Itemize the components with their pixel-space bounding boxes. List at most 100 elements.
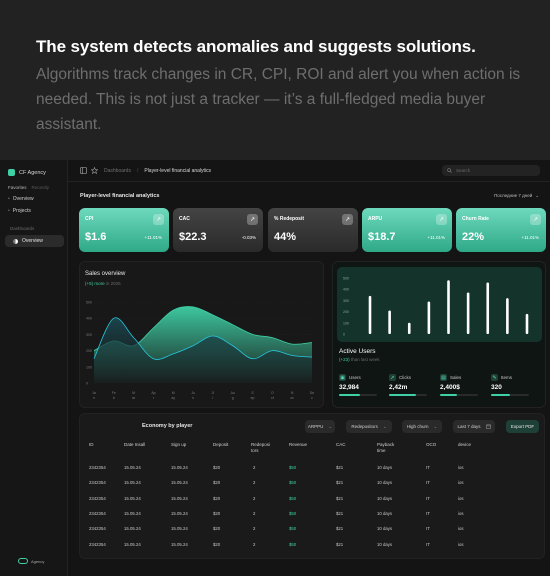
table-row[interactable]: 2342354 15.05.24 15.05.24 $20 2 $50 $21 10 days…: [80, 537, 546, 552]
x-tick-label: Ap: [151, 391, 155, 395]
tab-favorites[interactable]: Favorites: [8, 185, 27, 190]
column-header[interactable]: ID: [89, 442, 129, 448]
x-tick-label: De: [310, 391, 315, 395]
filter-high-churn[interactable]: High churn ⌄: [402, 420, 442, 433]
table-cell: ios: [458, 480, 464, 486]
trend-up-icon: ↗: [247, 214, 258, 225]
kpi-value: $1.6: [85, 231, 107, 243]
table-cell: 15.05.24: [124, 526, 141, 532]
table-cell: 15.05.24: [124, 541, 141, 547]
kpi-card-redeposit[interactable]: % Redeposit 44% ↗: [268, 208, 358, 252]
period-select[interactable]: Последние 7 дней ⌄: [494, 193, 539, 199]
active-users-bar: [427, 301, 431, 334]
table-cell: $50: [289, 541, 297, 547]
table-row[interactable]: 2342354 15.05.24 15.05.24 $20 2 $50 $21 10 days…: [80, 491, 546, 506]
x-tick-label-line2: ar: [132, 396, 136, 400]
column-header[interactable]: Redeposi tors: [251, 442, 275, 453]
filter-arppu[interactable]: ARPPU ⌄: [305, 420, 335, 433]
active-users-bar: [506, 298, 509, 334]
pie-chart-icon: [13, 238, 18, 244]
table-cell: ios: [458, 510, 464, 516]
column-header[interactable]: Revenue: [289, 442, 329, 448]
table-row[interactable]: 2342354 15.05.24 15.05.24 $20 2 $50 $21 10 days…: [80, 521, 546, 536]
x-tick-label: O: [271, 391, 274, 395]
column-header[interactable]: CAC: [336, 442, 376, 448]
x-tick-label-line2: n: [93, 396, 95, 400]
search-input[interactable]: Search: [442, 165, 540, 176]
sidebar-toggle-icon[interactable]: [80, 167, 87, 174]
kpi-card-cpi[interactable]: CPI $1.6 +11.01% ↗: [79, 208, 169, 252]
y-tick-label: 0: [343, 333, 345, 337]
table-cell: 2342354: [89, 480, 106, 486]
star-icon[interactable]: [91, 167, 98, 174]
column-header[interactable]: Deposit: [213, 442, 253, 448]
brand[interactable]: CF Agency: [8, 169, 46, 176]
filter-label: High churn: [406, 424, 429, 429]
tab-recently[interactable]: Recently: [32, 185, 50, 190]
x-tick-label-line2: l: [213, 396, 214, 400]
y-tick-label: 400: [86, 317, 92, 321]
active-users-bar: [525, 313, 529, 334]
sidebar-item-overview[interactable]: • Overview: [8, 196, 34, 202]
y-tick-label: 200: [86, 349, 92, 353]
table-row[interactable]: 2342354 15.05.24 15.05.24 $20 2 $50 $21 10 days…: [80, 475, 546, 490]
breadcrumb-separator: /: [136, 168, 139, 174]
kpi-value: 44%: [274, 231, 297, 243]
rocket-icon: ➚: [389, 374, 396, 381]
table-cell: $20: [213, 465, 221, 470]
table-cell: 2: [253, 480, 256, 486]
table-row[interactable]: 2342354 15.05.24 15.05.24 $20 2 $50 $21 10 days…: [80, 460, 546, 475]
active-users-bar: [447, 280, 450, 334]
sidebar-item-projects[interactable]: • Projects: [8, 208, 31, 214]
kpi-card-churn-rate[interactable]: Churn Rate 22% +11.01% ↗: [456, 208, 546, 252]
active-users-bar: [368, 295, 372, 334]
column-header[interactable]: device: [458, 442, 498, 448]
y-tick-label: 300: [86, 333, 92, 337]
x-tick-label: M: [172, 391, 175, 395]
active-users-period: than last week: [350, 357, 380, 362]
kpi-card-arpu[interactable]: ARPU $18.7 +11.01% ↗: [362, 208, 452, 252]
kpi-card-cac[interactable]: CAC $22.3 -0.03% ↗: [173, 208, 263, 252]
chevron-down-icon: ⌄: [328, 423, 333, 429]
active-users-bar: [486, 282, 490, 334]
table-cell: 2: [253, 495, 256, 501]
filter-date-range[interactable]: Last 7 days: [453, 420, 495, 433]
table-cell: $21: [336, 526, 344, 532]
filter-redepositors[interactable]: Redepositors ⌄: [346, 420, 392, 433]
table-cell: 10 days: [377, 465, 393, 470]
dot-icon: •: [8, 196, 10, 202]
agency-logo-icon: [18, 558, 28, 564]
table-cell: 2342354: [89, 526, 106, 532]
brand-name: CF Agency: [19, 169, 46, 176]
wrench-icon: ✎: [491, 374, 498, 381]
table-cell: ios: [458, 495, 464, 501]
export-pdf-button[interactable]: Export PDF: [506, 420, 539, 433]
table-row[interactable]: 2342354 15.05.24 15.05.24 $20 2 $50 $21 10 days…: [80, 506, 546, 521]
kpi-change: -0.03%: [241, 235, 256, 240]
column-header[interactable]: Payback time: [377, 442, 401, 453]
chevron-down-icon: ⌄: [433, 423, 438, 429]
table-cell: 10 days: [377, 541, 393, 547]
breadcrumb-dashboards[interactable]: Dashboards: [104, 168, 131, 174]
table-cell: 15.05.24: [171, 495, 188, 501]
trend-up-icon: ↗: [530, 214, 541, 225]
stat-clicks: ➚ Clicks 2,42m: [389, 374, 427, 396]
table-cell: 15.05.24: [171, 526, 188, 532]
column-header[interactable]: Sign up: [171, 442, 211, 448]
x-tick-label-line2: g: [232, 396, 234, 400]
stat-value: 320: [491, 384, 502, 391]
sidebar-tabs: Favorites Recently: [8, 185, 49, 190]
footer-logo: Agency: [18, 558, 44, 564]
sidebar-section-dashboards: Dashboards: [10, 226, 35, 231]
column-header[interactable]: Date Insall: [124, 442, 164, 448]
table-cell: 2: [253, 510, 256, 516]
sidebar-item-dashboard-overview[interactable]: Overview: [5, 235, 64, 247]
table-cell: 10 days: [377, 510, 393, 516]
table-cell: $20: [213, 541, 221, 547]
search-placeholder: Search: [456, 168, 471, 173]
kpi-label: % Redeposit: [274, 216, 305, 222]
x-tick-label: Fe: [112, 391, 116, 395]
stat-progress: [440, 394, 478, 396]
sales-overview-chart: 5004003002001000JanFebMarAprMayJunJllAug…: [86, 301, 315, 401]
x-tick-label: S: [251, 391, 254, 395]
